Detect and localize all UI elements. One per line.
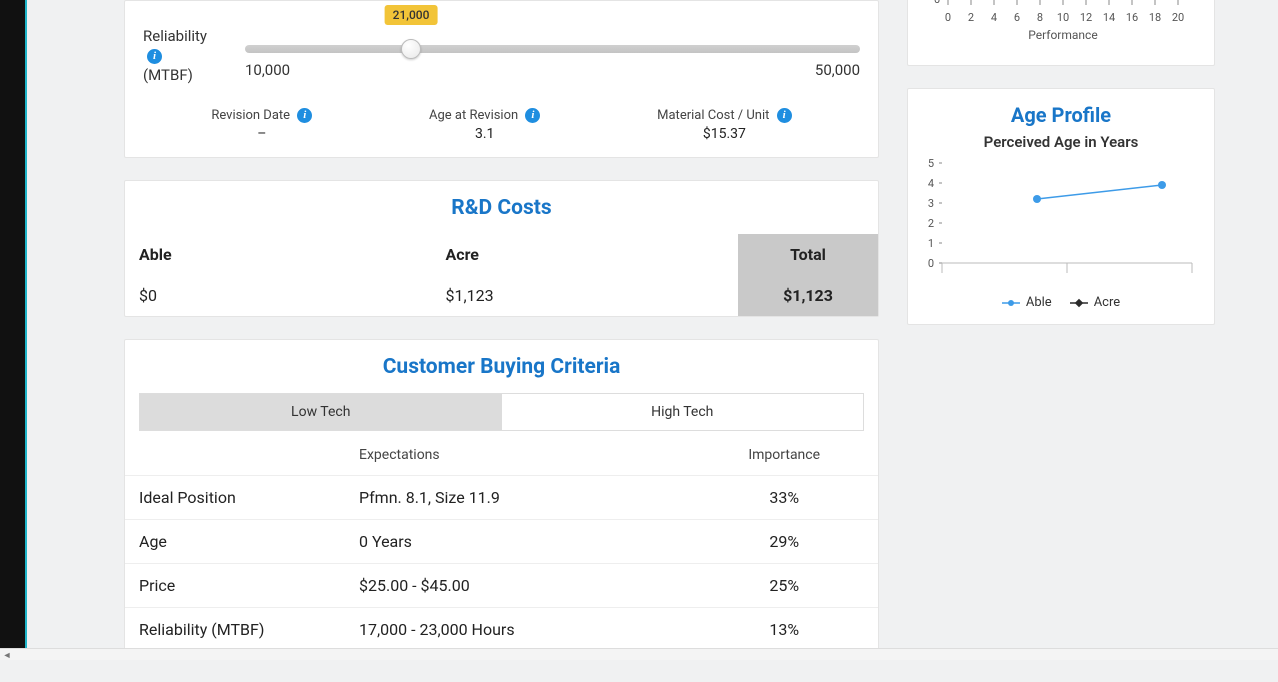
age-profile-chart: 0 1 2 3 4 5	[918, 157, 1204, 287]
table-row: Ideal PositionPfmn. 8.1, Size 11.933%	[125, 475, 878, 519]
reliability-card: Reliability i (MTBF) 21,000 10,000 50,00…	[124, 0, 879, 158]
age-profile-card: Age Profile Perceived Age in Years 0 1 2 3 4…	[907, 88, 1215, 325]
age-profile-subtitle: Perceived Age in Years	[918, 133, 1204, 151]
performance-chart-card: 0 0 2 4 6 8 10 12 14 16 18 20 Performance	[907, 0, 1215, 66]
perf-x-label: Performance	[1028, 28, 1097, 42]
slider-track[interactable]	[245, 45, 860, 53]
material-cost-label: Material Cost / Unit i	[657, 108, 792, 123]
criteria-header-imp: Importance	[690, 435, 878, 476]
svg-text:0: 0	[945, 11, 951, 24]
svg-text:4: 4	[991, 11, 997, 24]
tab-low-tech[interactable]: Low Tech	[140, 394, 502, 430]
reliability-label: Reliability i (MTBF)	[143, 19, 223, 86]
slider-thumb[interactable]	[401, 39, 421, 59]
legend-acre: Acre	[1070, 295, 1120, 310]
revision-row: Revision Date i – Age at Revision i 3.1 …	[143, 108, 860, 142]
criteria-card: Customer Buying Criteria Low Tech High T…	[124, 339, 879, 660]
criteria-tabs: Low Tech High Tech	[139, 393, 864, 431]
svg-text:1: 1	[928, 237, 934, 250]
left-nav-rail	[0, 0, 25, 650]
criteria-importance: 25%	[690, 563, 878, 607]
criteria-expectation: 0 Years	[345, 519, 690, 563]
rd-val-able: $0	[125, 275, 432, 316]
age-point-able-2	[1158, 181, 1166, 189]
legend-able: Able	[1002, 295, 1052, 310]
svg-text:14: 14	[1103, 11, 1115, 24]
criteria-expectation: 17,000 - 23,000 Hours	[345, 607, 690, 651]
age-profile-title: Age Profile	[918, 103, 1204, 127]
criteria-importance: 29%	[690, 519, 878, 563]
tab-high-tech[interactable]: High Tech	[502, 394, 864, 430]
info-icon[interactable]: i	[777, 108, 792, 123]
slider-max-label: 50,000	[815, 61, 860, 79]
criteria-name: Age	[125, 519, 345, 563]
criteria-expectation: Pfmn. 8.1, Size 11.9	[345, 475, 690, 519]
rd-val-acre: $1,123	[432, 275, 739, 316]
svg-text:3: 3	[928, 197, 934, 210]
slider-min-label: 10,000	[245, 61, 290, 79]
criteria-header-exp: Expectations	[345, 435, 690, 476]
svg-text:10: 10	[1057, 11, 1069, 24]
reliability-label-line2: (MTBF)	[143, 66, 193, 84]
svg-text:6: 6	[1014, 11, 1020, 24]
rd-costs-title: R&D Costs	[125, 181, 878, 234]
svg-text:4: 4	[928, 177, 934, 190]
info-icon[interactable]: i	[147, 49, 162, 64]
age-point-able-1	[1033, 195, 1041, 203]
age-at-revision-label: Age at Revision i	[429, 108, 540, 123]
info-icon[interactable]: i	[525, 108, 540, 123]
svg-text:0: 0	[928, 257, 934, 270]
rd-col-total: Total	[738, 234, 878, 275]
material-cost-value: $15.37	[657, 126, 792, 142]
horizontal-scrollbar[interactable]: ◄	[0, 648, 1278, 660]
reliability-slider[interactable]: 21,000 10,000 50,000	[245, 19, 860, 79]
svg-text:16: 16	[1126, 11, 1138, 24]
criteria-table: Expectations Importance Ideal PositionPf…	[125, 435, 878, 651]
svg-text:18: 18	[1149, 11, 1161, 24]
scrollbar-arrow-left-icon[interactable]: ◄	[0, 649, 14, 661]
slider-value-badge: 21,000	[385, 5, 438, 25]
svg-text:8: 8	[1037, 11, 1043, 24]
rd-val-total: $1,123	[738, 275, 878, 316]
reliability-label-line1: Reliability	[143, 27, 207, 45]
rd-col-able: Able	[125, 234, 432, 275]
criteria-importance: 13%	[690, 607, 878, 651]
age-at-revision-value: 3.1	[429, 126, 540, 142]
criteria-name: Ideal Position	[125, 475, 345, 519]
criteria-importance: 33%	[690, 475, 878, 519]
criteria-title: Customer Buying Criteria	[125, 340, 878, 393]
age-legend: Able Acre	[918, 295, 1204, 310]
rd-costs-card: R&D Costs Able Acre Total $0 $1,123 $1,1…	[124, 180, 879, 317]
rd-col-acre: Acre	[432, 234, 739, 275]
table-row: Price$25.00 - $45.0025%	[125, 563, 878, 607]
svg-text:2: 2	[928, 217, 934, 230]
svg-text:5: 5	[928, 157, 934, 170]
performance-chart-axis: 0 0 2 4 6 8 10 12 14 16 18 20 Performance	[918, 0, 1204, 47]
table-row: Reliability (MTBF)17,000 - 23,000 Hours1…	[125, 607, 878, 651]
age-series-able-line	[1037, 185, 1162, 199]
info-icon[interactable]: i	[297, 108, 312, 123]
criteria-name: Price	[125, 563, 345, 607]
table-row: Age0 Years29%	[125, 519, 878, 563]
svg-text:12: 12	[1080, 11, 1092, 24]
criteria-name: Reliability (MTBF)	[125, 607, 345, 651]
perf-y-zero: 0	[934, 0, 940, 6]
svg-text:2: 2	[968, 11, 974, 24]
revision-date-value: –	[211, 126, 312, 142]
revision-date-label: Revision Date i	[211, 108, 312, 123]
scroll-region[interactable]: Reliability i (MTBF) 21,000 10,000 50,00…	[27, 0, 1278, 648]
criteria-header-blank	[125, 435, 345, 476]
criteria-expectation: $25.00 - $45.00	[345, 563, 690, 607]
svg-text:20: 20	[1172, 11, 1184, 24]
